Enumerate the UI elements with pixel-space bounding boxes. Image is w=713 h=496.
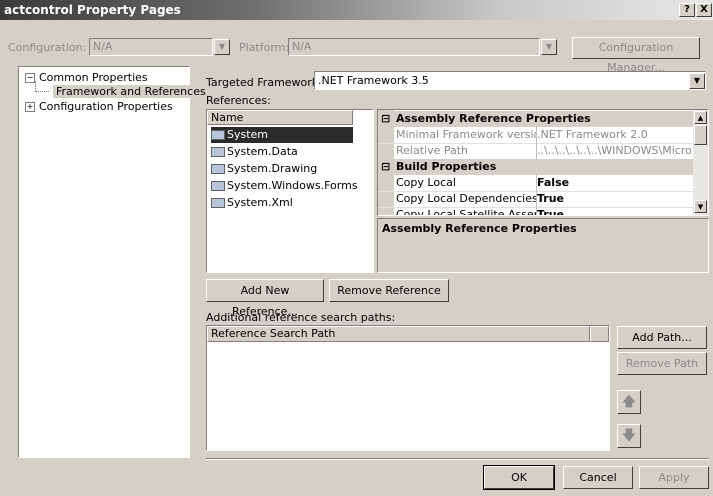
tree-item-label: Common Properties	[39, 71, 148, 84]
property-grid-scrollbar[interactable]: ▲ ▼	[693, 110, 708, 215]
help-button[interactable]: ?	[679, 3, 695, 17]
search-paths-label: Additional reference search paths:	[206, 311, 396, 324]
move-down-arrow-icon[interactable]: 🡇	[617, 424, 641, 448]
property-row[interactable]: Copy Local False	[378, 175, 696, 192]
apply-button[interactable]: Apply	[639, 466, 709, 489]
property-name: Copy Local Dependencies	[396, 191, 537, 207]
property-grid[interactable]: ⊟ Assembly Reference Properties Minimal …	[377, 109, 709, 216]
property-value: .NET Framework 2.0	[537, 128, 648, 141]
property-name: Copy Local	[394, 175, 537, 191]
platform-select[interactable]: N/A	[288, 38, 540, 56]
references-name-column-header[interactable]: Name	[207, 110, 353, 125]
tree-connector	[35, 81, 36, 91]
configuration-value: N/A	[93, 40, 113, 53]
category-build-properties[interactable]: ⊟ Build Properties	[378, 159, 696, 175]
property-name: Copy Local Satellite Assemblies	[394, 207, 537, 215]
add-new-reference-button[interactable]: Add New Reference...	[206, 279, 324, 318]
configuration-manager-button[interactable]: Configuration Manager...	[572, 37, 700, 74]
footer-divider	[206, 458, 709, 460]
move-up-arrow-icon[interactable]: 🡅	[617, 390, 641, 414]
expand-icon[interactable]: +	[25, 102, 35, 112]
property-row[interactable]: Minimal Framework version .NET Framework…	[378, 127, 696, 144]
reference-name: System	[227, 128, 269, 141]
search-path-column-header[interactable]: Reference Search Path	[207, 326, 590, 342]
reference-name: System.Xml	[227, 196, 293, 209]
tree-item-configuration-properties[interactable]: + Configuration Properties	[25, 100, 173, 113]
scroll-down-arrow-icon[interactable]: ▼	[694, 200, 707, 213]
reference-name: System.Windows.Forms	[227, 179, 358, 192]
ok-button[interactable]: OK	[483, 465, 555, 490]
collapse-icon[interactable]: ⊟	[381, 159, 390, 175]
assembly-icon	[211, 147, 225, 157]
category-label: Assembly Reference Properties	[396, 112, 591, 125]
property-value: ..\..\..\..\..\..\WINDOWS\Micro	[537, 144, 692, 157]
cancel-button[interactable]: Cancel	[563, 466, 633, 489]
references-list[interactable]: Name System System.Data System.Drawing S…	[206, 109, 374, 273]
reference-item[interactable]: System.Data	[211, 144, 298, 160]
reference-item[interactable]: System.Xml	[211, 195, 293, 211]
close-button[interactable]: X	[696, 3, 712, 17]
category-assembly-reference-properties[interactable]: ⊟ Assembly Reference Properties	[378, 111, 696, 127]
property-row[interactable]: Copy Local Dependencies True	[378, 191, 696, 208]
property-description-pane: Assembly Reference Properties	[377, 218, 709, 273]
add-path-button[interactable]: Add Path...	[617, 326, 707, 349]
property-tree[interactable]: − Common Properties Framework and Referen…	[18, 66, 209, 458]
property-name: Minimal Framework version	[396, 127, 537, 143]
reference-item[interactable]: System.Windows.Forms	[211, 178, 358, 194]
tree-item-label: Configuration Properties	[39, 100, 173, 113]
platform-dropdown-arrow-icon[interactable]: ▼	[541, 39, 557, 55]
tree-item-common-properties[interactable]: − Common Properties	[25, 71, 148, 84]
property-row[interactable]: Copy Local Satellite Assemblies True	[378, 207, 698, 215]
platform-label: Platform:	[239, 41, 290, 54]
tree-item-framework-and-references[interactable]: Framework and References	[53, 85, 209, 98]
search-path-column-filler	[590, 326, 609, 342]
scroll-up-arrow-icon[interactable]: ▲	[694, 111, 707, 124]
reference-item[interactable]: System.Drawing	[211, 161, 317, 177]
property-value[interactable]: True	[535, 191, 698, 207]
category-label: Build Properties	[396, 160, 497, 173]
configuration-select[interactable]: N/A	[89, 38, 213, 56]
references-label: References:	[206, 94, 271, 107]
remove-reference-button[interactable]: Remove Reference	[329, 279, 449, 302]
scroll-thumb[interactable]	[694, 125, 707, 145]
assembly-icon	[211, 130, 225, 140]
search-paths-list[interactable]: Reference Search Path	[206, 325, 610, 451]
property-value[interactable]: True	[535, 207, 698, 215]
property-row[interactable]: Relative Path ..\..\..\..\..\..\WINDOWS\…	[378, 143, 696, 160]
targeted-framework-label: Targeted Framework:	[206, 76, 322, 89]
property-value[interactable]: False	[535, 175, 698, 191]
framework-dropdown-arrow-icon[interactable]: ▼	[689, 73, 705, 89]
reference-name: System.Data	[227, 145, 298, 158]
collapse-icon[interactable]: −	[25, 73, 35, 83]
tree-item-label: Framework and References	[56, 85, 206, 98]
description-title: Assembly Reference Properties	[382, 222, 577, 235]
targeted-framework-select[interactable]: .NET Framework 3.5	[314, 71, 706, 90]
reference-item-selected[interactable]: System	[211, 127, 353, 143]
assembly-icon	[211, 181, 225, 191]
title-bar: actcontrol Property Pages	[0, 0, 713, 20]
platform-value: N/A	[292, 40, 312, 53]
property-name: Relative Path	[394, 143, 537, 159]
remove-path-button[interactable]: Remove Path	[617, 352, 707, 375]
assembly-icon	[211, 198, 225, 208]
tree-connector	[35, 91, 49, 92]
collapse-icon[interactable]: ⊟	[381, 111, 390, 127]
configuration-dropdown-arrow-icon[interactable]: ▼	[214, 39, 230, 55]
targeted-framework-value: .NET Framework 3.5	[318, 74, 429, 87]
configuration-label: Configuration:	[8, 41, 87, 54]
window-title: actcontrol Property Pages	[4, 3, 181, 17]
assembly-icon	[211, 164, 225, 174]
reference-name: System.Drawing	[227, 162, 318, 175]
